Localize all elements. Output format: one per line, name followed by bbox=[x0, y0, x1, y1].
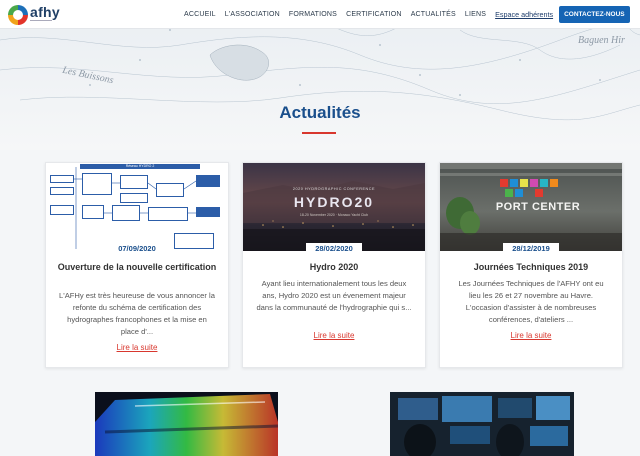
hydro-event-name: HYDRO20 bbox=[293, 194, 375, 210]
nav-formations[interactable]: FORMATIONS bbox=[289, 11, 337, 18]
news-card[interactable]: 2020 HYDROGRAPHIC CONFERENCE HYDRO20 18-… bbox=[242, 162, 426, 368]
card-date: 07/09/2020 bbox=[109, 243, 165, 254]
logo-text: afhy bbox=[30, 4, 60, 20]
card-title[interactable]: Journées Techniques 2019 bbox=[448, 261, 614, 273]
nav-accueil[interactable]: ACCUEIL bbox=[184, 11, 216, 18]
nav-certification[interactable]: CERTIFICATION bbox=[346, 11, 402, 18]
port-center-sign: PORT CENTER bbox=[495, 201, 581, 213]
news-card[interactable]: Réseau HYDRO 2 07/09/2020 Ouverture de l… bbox=[45, 162, 229, 368]
card-title[interactable]: Ouverture de la nouvelle certification bbox=[54, 261, 220, 273]
nav-actualites[interactable]: ACTUALITÉS bbox=[411, 11, 456, 18]
nav-liens[interactable]: LIENS bbox=[465, 11, 486, 18]
card-image-port-center: PORT CENTER bbox=[440, 163, 622, 251]
main-nav: ACCUEIL L'ASSOCIATION FORMATIONS CERTIFI… bbox=[184, 0, 640, 29]
section-title: Actualités bbox=[279, 103, 361, 122]
card-image-hydro2020: 2020 HYDROGRAPHIC CONFERENCE HYDRO20 18-… bbox=[243, 163, 425, 251]
site-logo[interactable]: afhy bbox=[8, 4, 62, 26]
bottom-image-control-room[interactable] bbox=[390, 392, 574, 456]
card-image-diagram: Réseau HYDRO 2 bbox=[46, 163, 228, 251]
logo-mark-icon bbox=[8, 5, 28, 25]
card-excerpt: L'AFHy est très heureuse de vous annonce… bbox=[59, 291, 215, 336]
card-title[interactable]: Hydro 2020 bbox=[251, 261, 417, 273]
read-more-link[interactable]: Lire la suite bbox=[440, 331, 622, 340]
read-more-link[interactable]: Lire la suite bbox=[243, 331, 425, 340]
news-card[interactable]: PORT CENTER 28/12/2019 Journées Techniqu… bbox=[439, 162, 623, 368]
espace-adherents-link[interactable]: Espace adhérents bbox=[495, 10, 553, 19]
contact-button[interactable]: CONTACTEZ-NOUS bbox=[559, 6, 630, 23]
nav-association[interactable]: L'ASSOCIATION bbox=[225, 11, 280, 18]
hydro-conference-label: 2020 HYDROGRAPHIC CONFERENCE bbox=[292, 187, 376, 191]
card-excerpt: Ayant lieu internationalement tous les d… bbox=[256, 279, 412, 312]
map-label-baguen: Baguen Hir bbox=[578, 35, 625, 46]
logo-tagline bbox=[30, 20, 52, 24]
site-header: afhy ACCUEIL L'ASSOCIATION FORMATIONS CE… bbox=[0, 0, 640, 29]
hydro-event-sub: 18-20 November 2020 · Monaco Yacht Club bbox=[299, 213, 369, 217]
bottom-image-bathymetry[interactable] bbox=[95, 392, 278, 456]
card-date: 28/02/2020 bbox=[306, 243, 362, 254]
title-underline bbox=[302, 132, 336, 134]
card-date: 28/12/2019 bbox=[503, 243, 559, 254]
card-excerpt: Les Journées Techniques de l'AFHY ont eu… bbox=[458, 279, 604, 324]
read-more-link[interactable]: Lire la suite bbox=[46, 343, 228, 352]
